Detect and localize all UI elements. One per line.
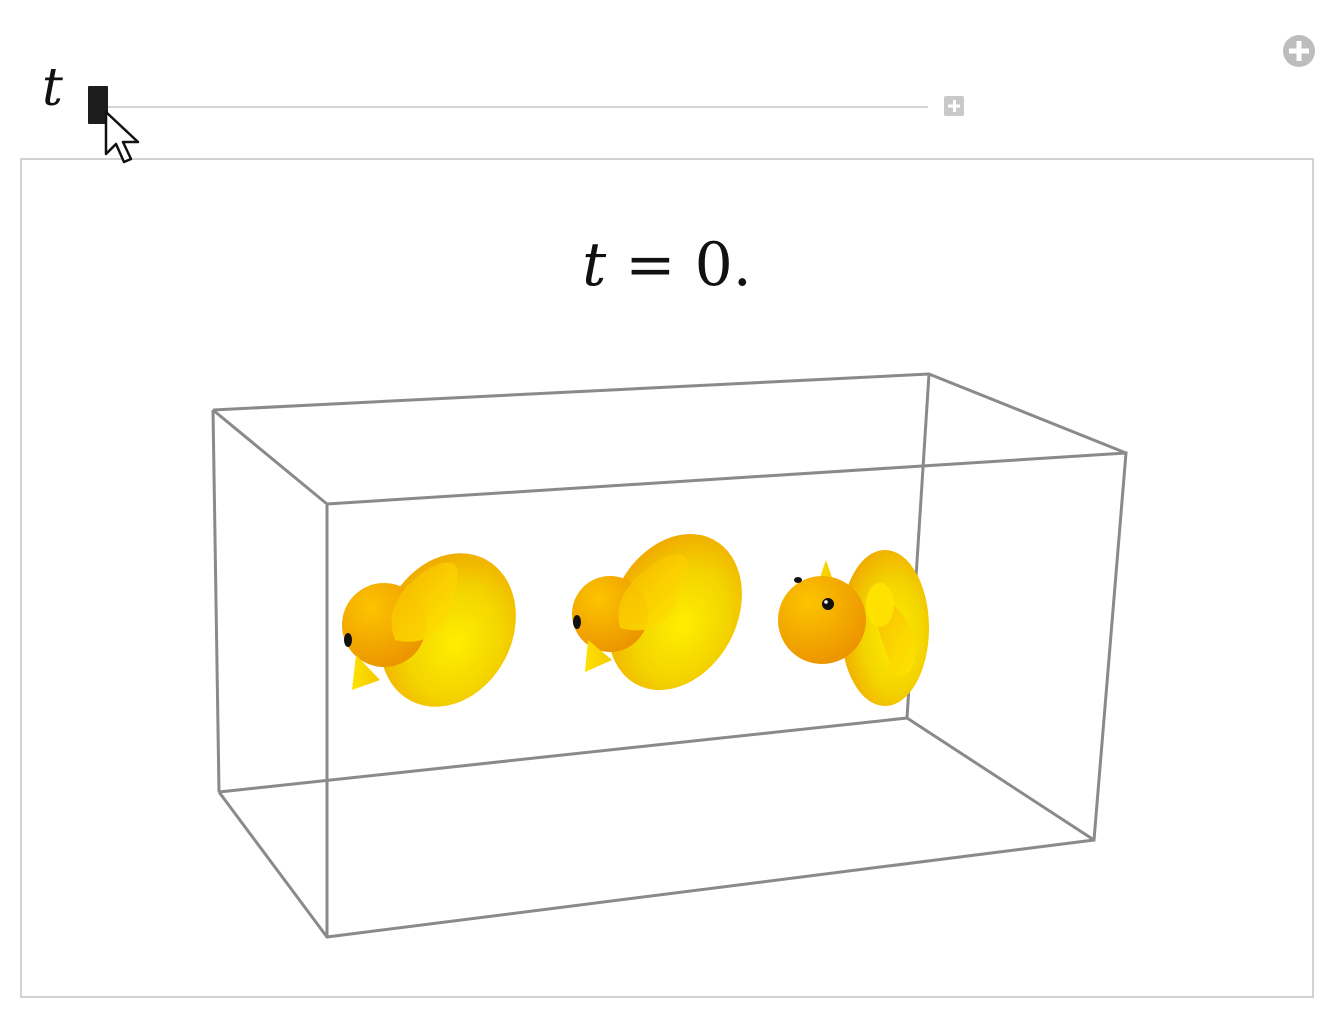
duck-3 xyxy=(778,550,929,706)
duck-2 xyxy=(572,533,742,691)
3d-plot[interactable] xyxy=(0,0,1338,1020)
duck-1 xyxy=(342,553,516,707)
